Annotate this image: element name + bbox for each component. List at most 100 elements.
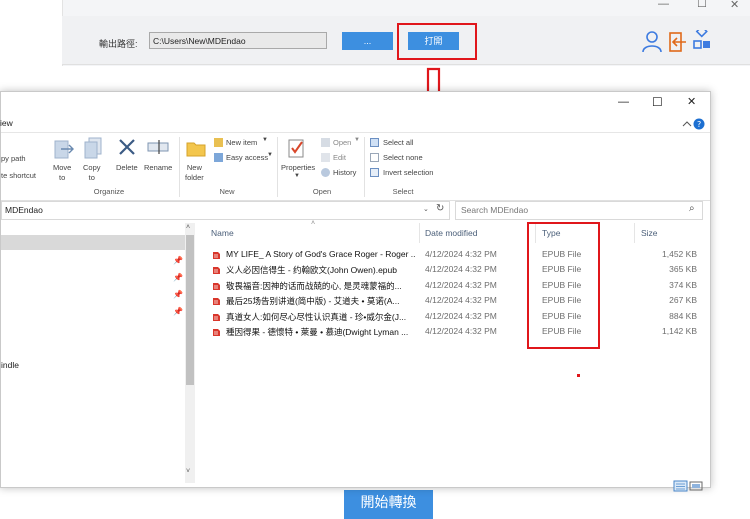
column-separator[interactable]	[419, 223, 420, 243]
column-header-name[interactable]: Name	[211, 228, 234, 238]
new-item-button[interactable]: New item	[226, 138, 257, 147]
file-size: 884 KB	[669, 311, 697, 321]
logout-icon[interactable]	[669, 32, 686, 52]
file-size: 1,452 KB	[662, 249, 697, 259]
history-icon	[321, 168, 330, 177]
open-button[interactable]: Open	[333, 138, 351, 147]
nav-item-kindle[interactable]: indle	[1, 360, 19, 370]
copy-path-button[interactable]: py path	[1, 154, 26, 163]
ribbon-separator	[364, 137, 365, 197]
file-row[interactable]: 真道女人:如何尽心尽性认识真道 - 珍•威尔金(J... 4/12/2024 4…	[212, 310, 702, 325]
file-date: 4/12/2024 4:32 PM	[425, 295, 497, 305]
invert-selection-button[interactable]: Invert selection	[383, 168, 433, 177]
app-minimize-button[interactable]: —	[658, 0, 669, 10]
nav-selected-item[interactable]	[1, 235, 185, 250]
search-input[interactable]: Search MDEndao	[455, 201, 703, 220]
file-row[interactable]: 义人必因信得生 - 约翰欧文(John Owen).epub 4/12/2024…	[212, 263, 702, 278]
ribbon-controls: ?	[682, 118, 705, 130]
file-name: 種因得果 - 德懷特 • 萊曼 • 慕迪(Dwight Lyman ...	[226, 327, 409, 337]
file-name: 最后25场告别讲道(简中版) - 艾道夫 • 莫诺(A...	[226, 296, 400, 306]
scroll-down-icon[interactable]: ˅	[186, 468, 190, 475]
move-to-icon	[54, 140, 74, 159]
output-path-field[interactable]: C:\Users\New\MDEndao	[149, 32, 327, 49]
nav-scrollbar-thumb[interactable]	[186, 235, 194, 385]
file-name: 真道女人:如何尽心尽性认识真道 - 珍•威尔金(J...	[226, 312, 407, 322]
apps-icon[interactable]	[693, 30, 710, 49]
history-button[interactable]: History	[333, 168, 356, 177]
epub-file-icon	[212, 251, 221, 260]
app-maximize-button[interactable]: ☐	[697, 0, 707, 10]
open-icon	[321, 138, 330, 147]
output-path-label: 輸出路徑:	[99, 39, 138, 49]
file-size: 267 KB	[669, 295, 697, 305]
epub-file-icon	[212, 328, 221, 337]
scroll-up-icon[interactable]: ˄	[186, 224, 190, 231]
file-explorer-window: — ☐ ✕ iew ? py path te shortcut Move to …	[0, 91, 711, 492]
rename-button[interactable]: Rename	[144, 163, 172, 172]
explorer-maximize-button[interactable]: ☐	[652, 95, 663, 109]
open-button-highlight	[397, 23, 477, 60]
collapse-ribbon-icon[interactable]	[682, 121, 692, 127]
explorer-minimize-button[interactable]: —	[618, 96, 629, 108]
file-date: 4/12/2024 4:32 PM	[425, 311, 497, 321]
address-bar[interactable]: MDEndao ⌄ ↻	[1, 201, 450, 220]
file-size: 374 KB	[669, 280, 697, 290]
file-date: 4/12/2024 4:32 PM	[425, 264, 497, 274]
group-new-label: New	[219, 187, 235, 196]
column-header-size[interactable]: Size	[641, 228, 658, 238]
select-none-icon	[370, 153, 379, 162]
move-to-button[interactable]: Move to	[53, 163, 71, 183]
file-name: MY LIFE_ A Story of God's Grace Roger - …	[226, 249, 416, 259]
pin-icon: 📌	[173, 290, 183, 299]
start-convert-button[interactable]: 開始轉換	[344, 490, 433, 519]
file-row[interactable]: 最后25场告别讲道(简中版) - 艾道夫 • 莫诺(A... 4/12/2024…	[212, 294, 702, 309]
open-dropdown-icon[interactable]: ▼	[354, 137, 360, 143]
properties-dropdown-icon[interactable]: ▼	[294, 173, 300, 179]
pin-icon: 📌	[173, 273, 183, 282]
large-icons-view-icon[interactable]	[689, 481, 703, 491]
address-path[interactable]: MDEndao	[5, 205, 43, 215]
rename-icon	[147, 140, 169, 154]
group-organize-label: Organize	[93, 187, 125, 196]
delete-icon	[119, 139, 135, 155]
browse-button[interactable]: ...	[342, 32, 393, 50]
search-icon[interactable]: ⌕	[689, 203, 695, 214]
column-separator[interactable]	[634, 223, 635, 243]
easy-access-icon	[214, 153, 223, 162]
file-row[interactable]: 敬畏福音:因神的话而战兢的心, 是灵魂蒙福的... 4/12/2024 4:32…	[212, 279, 702, 294]
edit-button[interactable]: Edit	[333, 153, 346, 162]
epub-file-icon	[212, 266, 221, 275]
file-row[interactable]: 種因得果 - 德懷特 • 萊曼 • 慕迪(Dwight Lyman ... 4/…	[212, 325, 702, 340]
properties-icon	[288, 139, 304, 158]
group-select-label: Select	[392, 187, 414, 196]
svg-text:?: ?	[697, 120, 701, 129]
edit-icon	[321, 153, 330, 162]
red-dot-mark	[577, 374, 580, 377]
new-item-dropdown-icon[interactable]: ▼	[262, 137, 268, 143]
file-row[interactable]: MY LIFE_ A Story of God's Grace Roger - …	[212, 248, 702, 263]
navigation-pane: 📌 📌 📌 📌 indle	[1, 223, 195, 487]
file-name: 敬畏福音:因神的话而战兢的心, 是灵魂蒙福的...	[226, 281, 402, 291]
menu-tab-view[interactable]: iew	[0, 118, 13, 128]
delete-button[interactable]: Delete	[116, 163, 138, 172]
details-view-icon[interactable]	[673, 480, 688, 492]
user-icon[interactable]	[642, 31, 662, 53]
easy-access-dropdown-icon[interactable]: ▼	[267, 152, 273, 158]
type-column-highlight	[527, 222, 600, 349]
properties-button[interactable]: Properties	[281, 163, 315, 172]
column-header-date[interactable]: Date modified	[425, 228, 477, 238]
refresh-icon[interactable]: ↻	[436, 203, 444, 214]
copy-to-button[interactable]: Copy to	[83, 163, 101, 183]
select-none-button[interactable]: Select none	[383, 153, 423, 162]
pin-icon: 📌	[173, 256, 183, 265]
file-size: 365 KB	[669, 264, 697, 274]
new-folder-button[interactable]: New folder	[185, 163, 204, 183]
easy-access-button[interactable]: Easy access	[226, 153, 268, 162]
app-close-button[interactable]: ✕	[730, 0, 739, 11]
file-date: 4/12/2024 4:32 PM	[425, 249, 497, 259]
select-all-button[interactable]: Select all	[383, 138, 413, 147]
explorer-close-button[interactable]: ✕	[687, 95, 696, 108]
new-item-icon	[214, 138, 223, 147]
paste-shortcut-button[interactable]: te shortcut	[1, 171, 36, 180]
address-dropdown-icon[interactable]: ⌄	[423, 205, 429, 213]
